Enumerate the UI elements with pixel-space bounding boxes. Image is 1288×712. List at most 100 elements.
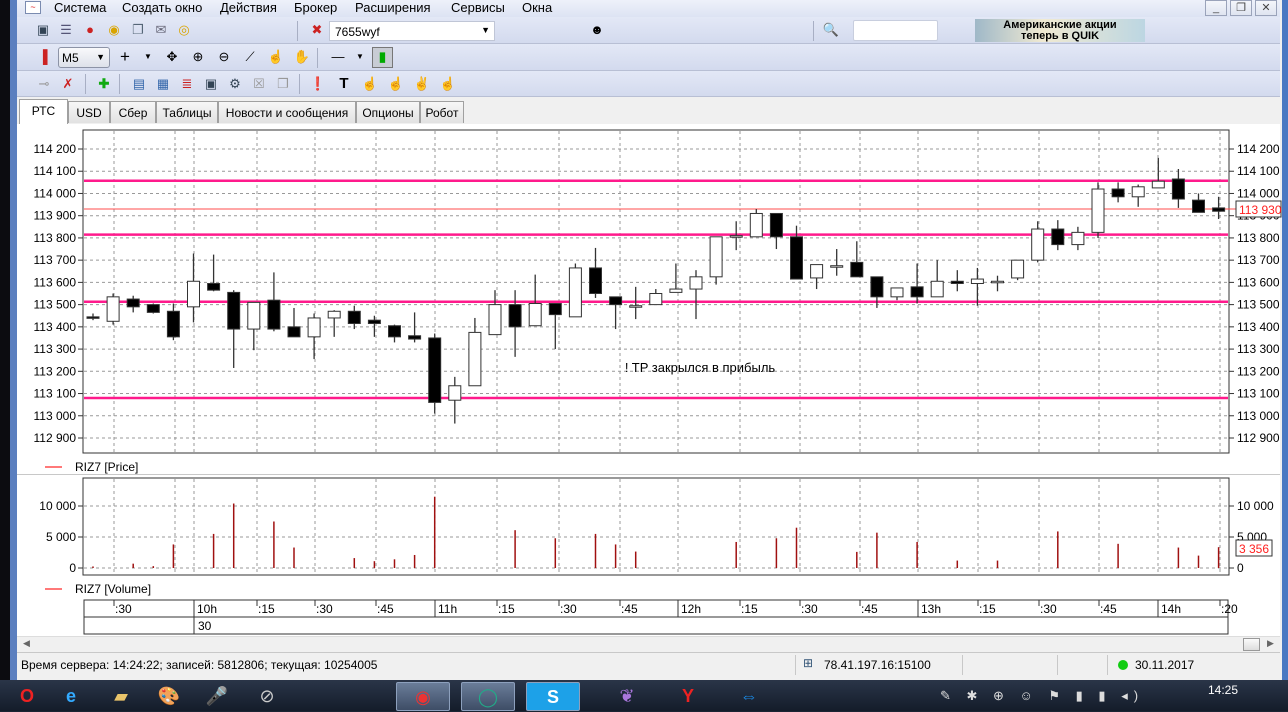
time-tick-label: :15 bbox=[498, 602, 515, 616]
price-tick-label: 114 200 bbox=[34, 142, 77, 156]
candle-bearish bbox=[267, 299, 281, 330]
candle-bearish bbox=[166, 310, 180, 338]
network-icon: ⊞ bbox=[803, 656, 814, 670]
time-tick-label: 13h bbox=[921, 602, 941, 616]
candle-bearish bbox=[589, 267, 602, 294]
candle-bearish bbox=[347, 310, 361, 325]
volume-tick-label-right: 0 bbox=[1237, 561, 1244, 575]
candle-bullish bbox=[307, 317, 321, 338]
price-tick-label: 114 000 bbox=[34, 186, 77, 200]
candle-bearish bbox=[367, 319, 381, 325]
price-tick-label-right: 114 200 bbox=[1237, 142, 1280, 156]
time-tick-label: :20 bbox=[1221, 602, 1238, 616]
candle-bullish bbox=[709, 236, 723, 278]
candle-bullish bbox=[970, 278, 984, 284]
candle-bullish bbox=[1131, 186, 1145, 198]
candle-bullish bbox=[1091, 188, 1105, 233]
last-volume-label: 3 356 bbox=[1239, 542, 1269, 556]
yandex-icon[interactable]: Y bbox=[661, 682, 715, 711]
server-status-text: Время сервера: 14:24:22; записей: 581280… bbox=[21, 658, 378, 672]
candle-bearish bbox=[408, 335, 422, 340]
price-volume-chart[interactable]: 114 200 114 200 114 100 114 100 114 000 114 0… bbox=[0, 0, 1288, 711]
candle-bearish bbox=[146, 304, 160, 313]
price-tick-label: 113 000 bbox=[34, 409, 77, 423]
candle-bullish bbox=[749, 212, 763, 238]
price-tick-label: 113 500 bbox=[34, 298, 77, 312]
candle-bearish bbox=[126, 298, 140, 308]
candle-bearish bbox=[287, 326, 301, 338]
price-tick-label-right: 113 700 bbox=[1237, 253, 1280, 267]
candle-bullish bbox=[649, 293, 663, 306]
price-tick-label-right: 113 800 bbox=[1237, 231, 1280, 245]
candle-bullish bbox=[488, 304, 502, 336]
time-axis-day: 30 bbox=[198, 619, 212, 633]
time-tick-label: 12h bbox=[681, 602, 701, 616]
time-tick-label: :15 bbox=[979, 602, 996, 616]
scroll-left-icon[interactable]: ◀ bbox=[23, 638, 30, 649]
app-icon-6[interactable]: ⊘ bbox=[240, 682, 294, 711]
price-tick-label-right: 113 300 bbox=[1237, 342, 1280, 356]
candle-bearish bbox=[1051, 228, 1065, 246]
scroll-right-icon[interactable]: ▶ bbox=[1267, 638, 1274, 649]
time-tick-label: 10h bbox=[197, 602, 217, 616]
candle-bullish bbox=[1071, 231, 1085, 246]
feather-icon[interactable]: ❦ bbox=[600, 682, 654, 711]
price-tick-label: 113 200 bbox=[34, 364, 77, 378]
price-tick-label-right: 112 900 bbox=[1237, 431, 1280, 445]
quik-icon[interactable]: ◯ bbox=[461, 682, 515, 711]
scrollbar-thumb[interactable] bbox=[1243, 638, 1260, 651]
candle-bullish bbox=[187, 280, 200, 308]
skype-icon[interactable]: S bbox=[526, 682, 580, 711]
candle-bullish bbox=[810, 264, 824, 279]
price-tick-label: 112 900 bbox=[34, 431, 77, 445]
candle-bullish bbox=[890, 287, 904, 298]
price-tick-label: 113 900 bbox=[34, 209, 77, 223]
time-tick-label: :30 bbox=[1040, 602, 1057, 616]
price-tick-label-right: 113 000 bbox=[1237, 409, 1280, 423]
time-tick-label: :30 bbox=[316, 602, 333, 616]
candle-bullish bbox=[528, 303, 542, 327]
time-tick-label: 11h bbox=[438, 602, 457, 616]
candle-bearish bbox=[1111, 188, 1125, 198]
candle-bearish bbox=[548, 303, 562, 316]
price-tick-label-right: 114 100 bbox=[1237, 164, 1280, 178]
candle-bullish bbox=[327, 310, 341, 319]
candle-bullish bbox=[689, 276, 703, 290]
candle-bearish bbox=[428, 337, 442, 403]
price-tick-label: 113 300 bbox=[34, 342, 77, 356]
candle-bearish bbox=[508, 304, 522, 328]
status-bar: Время сервера: 14:24:22; записей: 581280… bbox=[17, 652, 1280, 678]
connection-status-icon bbox=[1118, 660, 1128, 670]
candle-bullish bbox=[247, 301, 261, 330]
price-tick-label-right: 113 100 bbox=[1237, 387, 1280, 401]
explorer-folder-icon[interactable]: ▰ bbox=[94, 682, 148, 711]
microphone-icon[interactable]: 🎤 bbox=[190, 682, 244, 711]
candle-bullish bbox=[830, 265, 844, 268]
chart-annotation[interactable]: ! TP закрылся в прибыль bbox=[625, 360, 776, 375]
chrome-icon[interactable]: ◉ bbox=[396, 682, 450, 711]
time-tick-label: :45 bbox=[621, 602, 638, 616]
price-tick-label-right: 114 000 bbox=[1237, 186, 1280, 200]
candle-bullish bbox=[930, 280, 944, 298]
tray-icons[interactable]: ✎ ✱ ⊕ ☺ ⚑ ▮ ▮ ◂) bbox=[940, 688, 1144, 704]
price-legend-label: RIZ7 [Price] bbox=[75, 460, 138, 474]
internet-explorer-icon[interactable]: e bbox=[44, 682, 98, 711]
horizontal-scrollbar[interactable]: ◀ ▶ bbox=[17, 636, 1280, 651]
time-tick-label: :30 bbox=[560, 602, 577, 616]
candle-bearish bbox=[790, 236, 803, 280]
price-tick-label: 114 100 bbox=[34, 164, 77, 178]
teamviewer-icon[interactable]: ⇔ bbox=[722, 682, 776, 711]
candle-bearish bbox=[910, 286, 924, 298]
volume-tick-label: 10 000 bbox=[39, 499, 76, 513]
price-tick-label-right: 113 400 bbox=[1237, 320, 1280, 334]
candle-bearish bbox=[388, 325, 401, 338]
candle-bullish bbox=[1151, 180, 1165, 189]
time-tick-label: :30 bbox=[801, 602, 818, 616]
candle-bearish bbox=[1212, 207, 1226, 212]
candle-bearish bbox=[609, 296, 623, 306]
paint-icon[interactable]: 🎨 bbox=[142, 682, 196, 711]
clock[interactable]: 14:25 bbox=[1208, 683, 1238, 697]
price-tick-label-right: 113 200 bbox=[1237, 364, 1280, 378]
time-tick-label: :45 bbox=[1100, 602, 1117, 616]
connection-address: 78.41.197.16:15100 bbox=[824, 658, 931, 672]
